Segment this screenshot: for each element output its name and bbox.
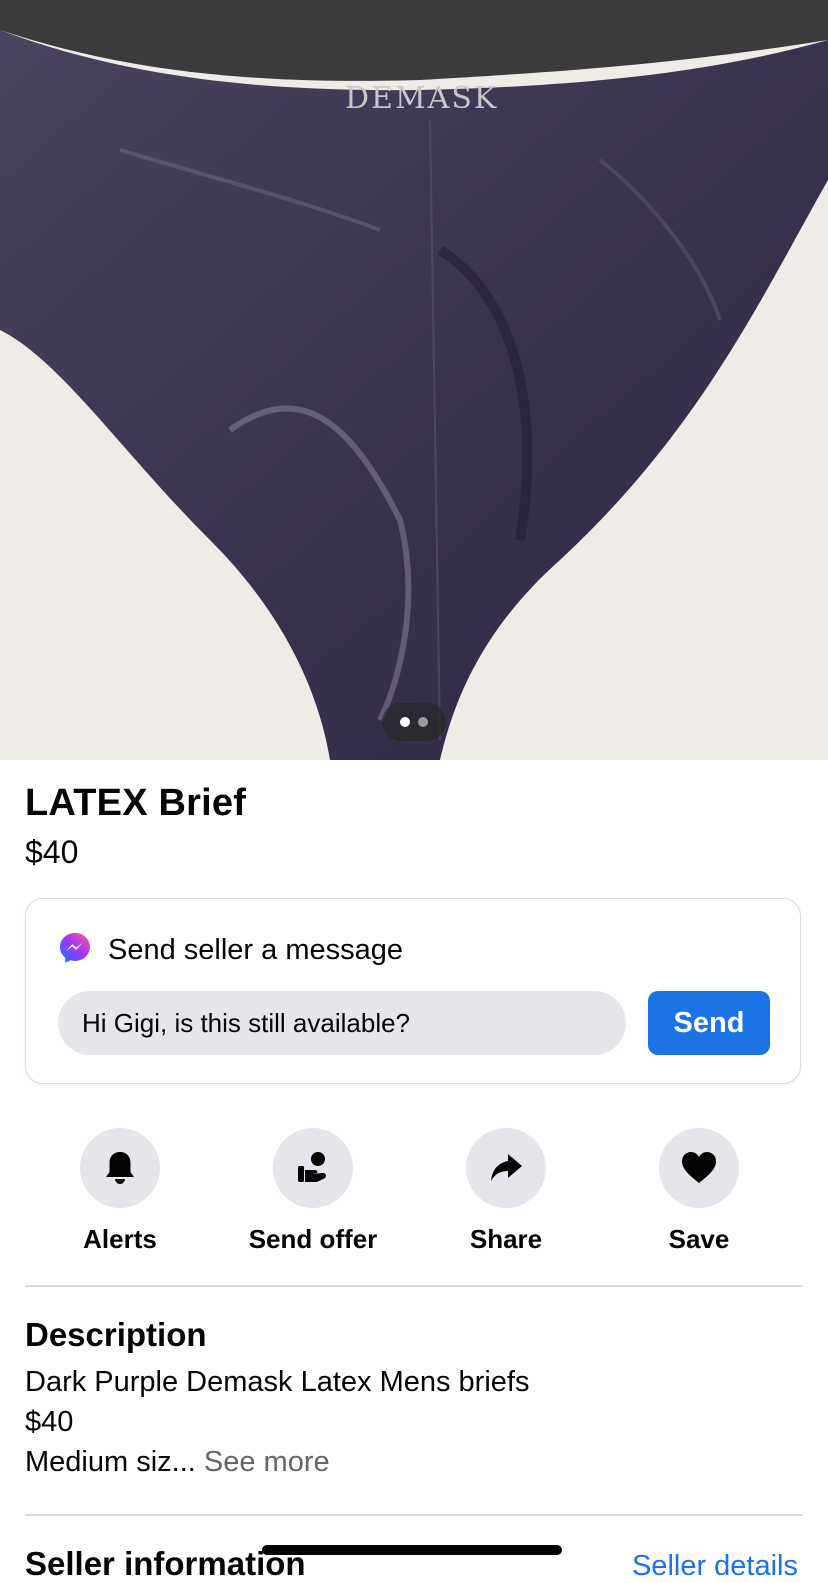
description-truncated-text: Medium siz... <box>25 1446 196 1478</box>
message-input[interactable] <box>58 991 626 1055</box>
send-offer-label: Send offer <box>248 1224 378 1254</box>
save-button[interactable]: Save <box>609 1128 789 1255</box>
divider <box>25 1514 803 1516</box>
messenger-icon <box>58 931 92 970</box>
description-line-1: Dark Purple Demask Latex Mens briefs <box>25 1366 530 1398</box>
see-more-link[interactable]: See more <box>204 1446 330 1478</box>
save-circle[interactable] <box>659 1128 739 1208</box>
listing-title: LATEX Brief <box>25 782 247 824</box>
message-seller-card: Send seller a message Send <box>25 898 801 1084</box>
home-indicator <box>262 1545 562 1555</box>
alerts-label: Alerts <box>83 1224 157 1254</box>
listing-price: $40 <box>25 834 79 870</box>
description-line-2: $40 <box>25 1406 74 1438</box>
share-arrow-icon <box>491 1154 522 1181</box>
description-heading: Description <box>25 1316 207 1353</box>
image-pager[interactable] <box>382 703 446 741</box>
share-label: Share <box>469 1224 543 1254</box>
bell-icon <box>106 1152 134 1184</box>
action-bar: Alerts Send offer Share Save <box>25 1128 803 1258</box>
divider <box>25 1285 803 1287</box>
garment-illustration: DEMASK <box>0 0 828 760</box>
message-header: Send seller a message <box>58 931 403 970</box>
heart-icon <box>682 1152 716 1183</box>
pager-dot-active[interactable] <box>400 717 410 727</box>
send-offer-button[interactable]: Send offer <box>223 1128 403 1255</box>
alerts-button[interactable]: Alerts <box>30 1128 210 1255</box>
seller-details-link[interactable]: Seller details <box>632 1550 798 1583</box>
pager-dot[interactable] <box>418 717 428 727</box>
brand-mark: DEMASK <box>345 81 498 116</box>
description-line-3: Medium siz... See more <box>25 1446 330 1479</box>
share-button[interactable]: Share <box>416 1128 596 1255</box>
alerts-circle[interactable] <box>80 1128 160 1208</box>
message-heading: Send seller a message <box>108 934 403 966</box>
offer-hand-icon <box>298 1152 327 1182</box>
share-circle[interactable] <box>466 1128 546 1208</box>
save-label: Save <box>668 1224 730 1254</box>
send-offer-circle[interactable] <box>273 1128 353 1208</box>
product-photo[interactable]: DEMASK <box>0 0 828 760</box>
send-button[interactable]: Send <box>648 991 770 1055</box>
